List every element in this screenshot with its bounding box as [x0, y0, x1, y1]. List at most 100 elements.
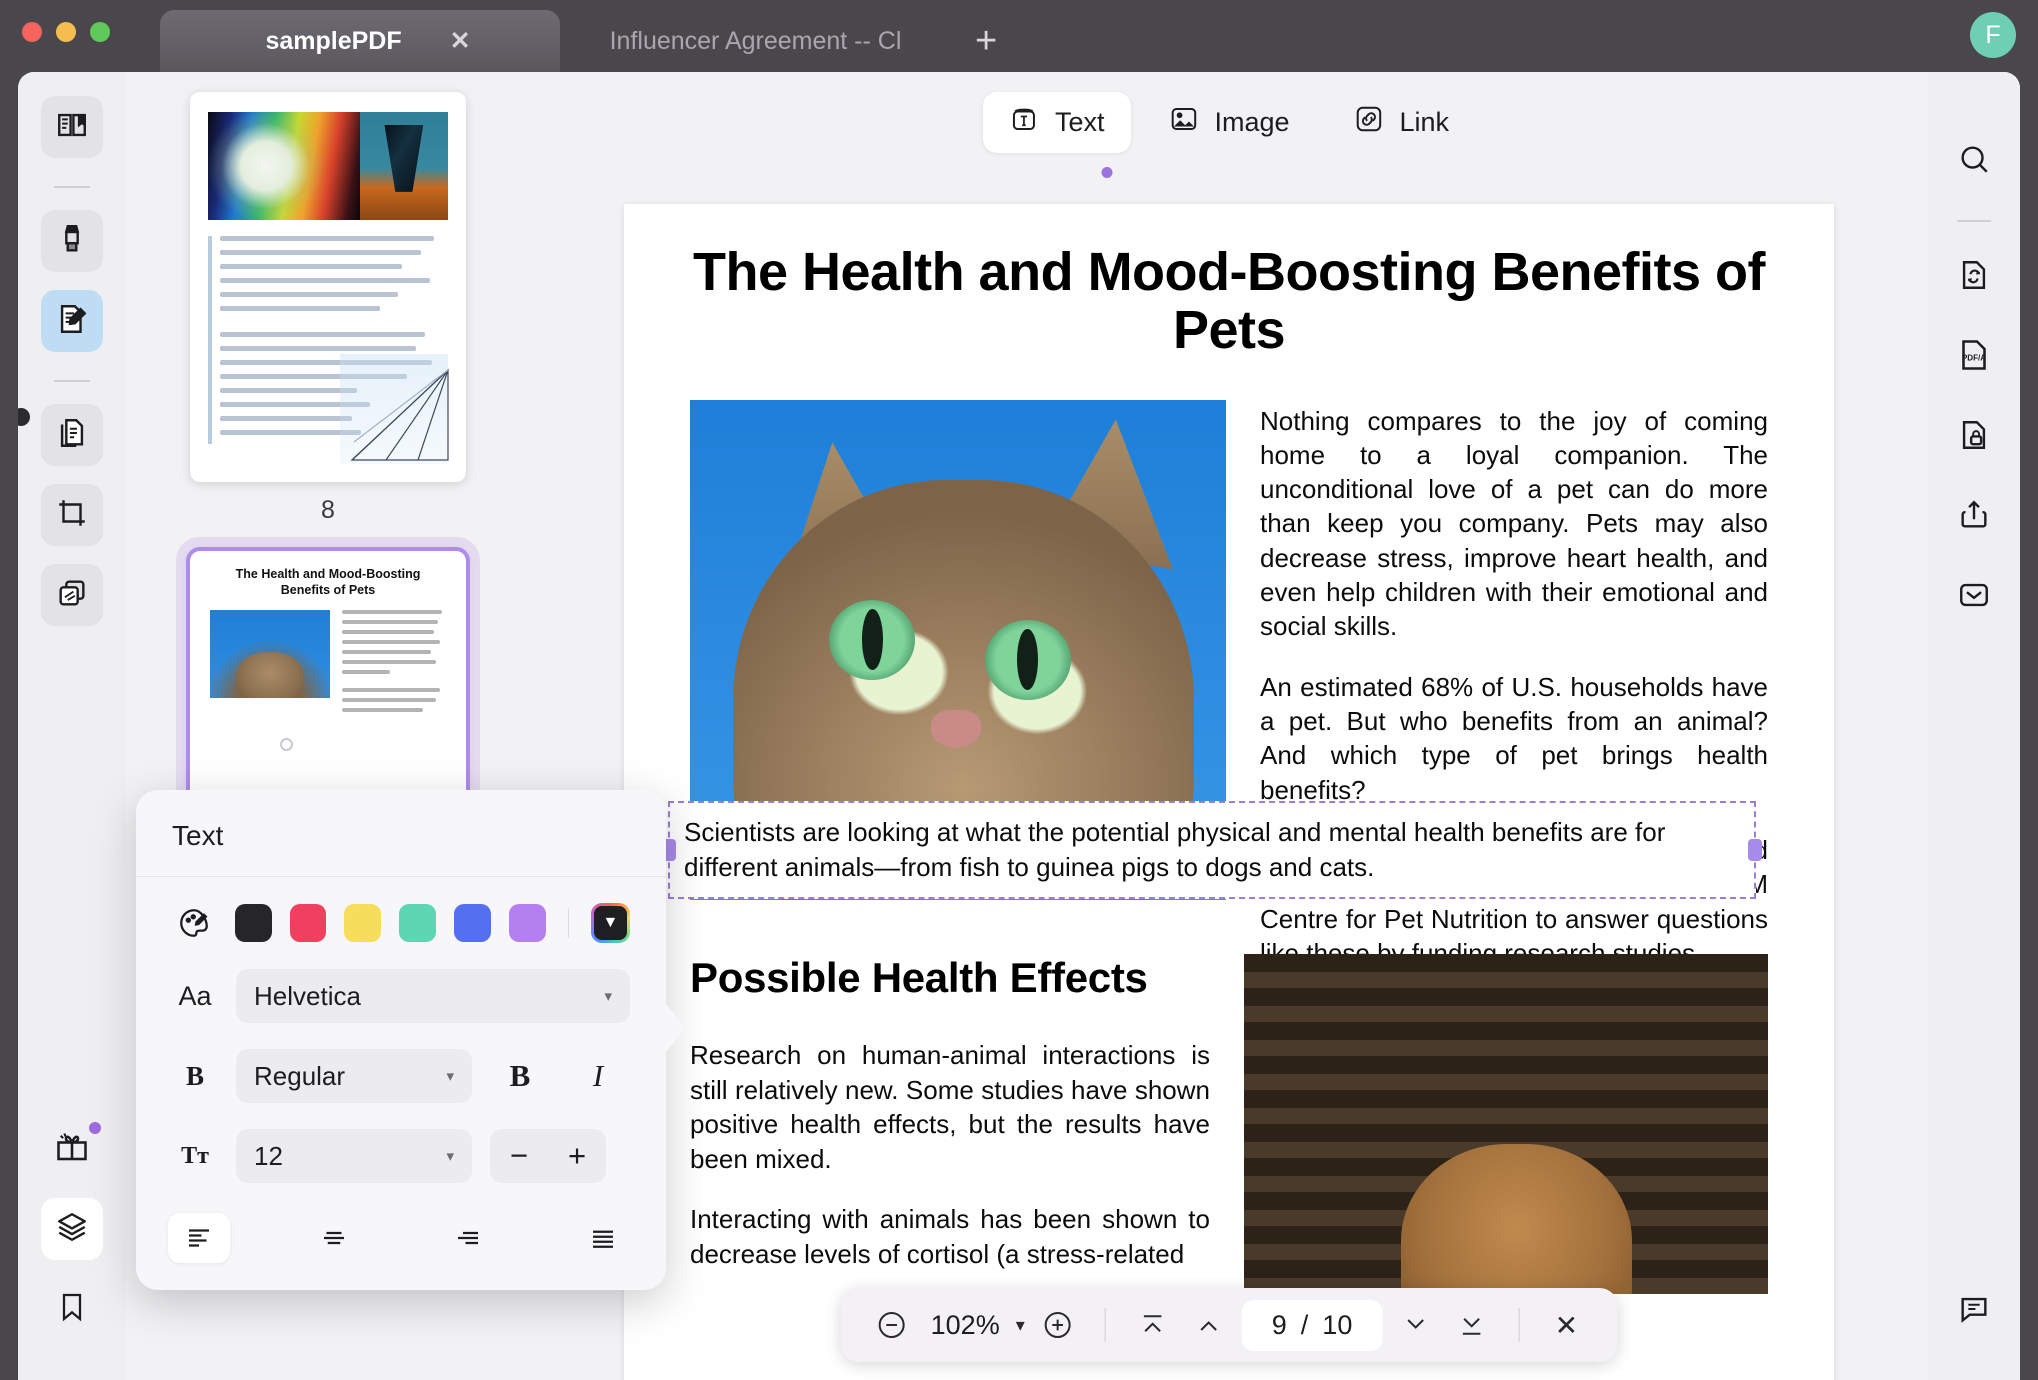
accent-bar — [208, 236, 212, 444]
rail-drag-nub[interactable] — [18, 408, 30, 426]
text-box-icon — [1009, 104, 1039, 141]
current-page[interactable]: 9 — [1272, 1310, 1287, 1341]
tab-influencer-agreement[interactable]: Influencer Agreement -- Cl — [560, 10, 935, 72]
tab-text[interactable]: Text — [982, 92, 1131, 153]
bold-button[interactable]: B — [490, 1049, 550, 1103]
minimize-window-button[interactable] — [56, 22, 76, 42]
page-title[interactable]: The Health and Mood-Boosting Benefits of… — [690, 243, 1768, 360]
color-swatch-red[interactable] — [289, 904, 327, 942]
align-center-button[interactable] — [303, 1213, 365, 1263]
dog-photo[interactable] — [1244, 954, 1768, 1294]
lower-text-column: Possible Health Effects Research on huma… — [690, 954, 1210, 1297]
font-family-row: Aa Helvetica ▾ — [136, 969, 666, 1023]
align-justify-button[interactable] — [572, 1213, 634, 1263]
active-mode-indicator-dot — [1101, 167, 1113, 178]
panel-drag-dot[interactable] — [280, 738, 293, 751]
color-swatch-blue[interactable] — [454, 904, 492, 942]
chevron-down-icon: ▾ — [604, 988, 612, 1005]
font-family-select[interactable]: Helvetica ▾ — [236, 969, 630, 1023]
font-weight-row: B Regular ▾ B I — [136, 1049, 666, 1103]
size-icon: Tᴛ — [181, 1142, 209, 1169]
align-right-button[interactable] — [437, 1213, 499, 1263]
divider — [1518, 1308, 1520, 1342]
font-weight-value: Regular — [254, 1060, 346, 1091]
paragraph[interactable]: Nothing compares to the joy of coming ho… — [1260, 404, 1768, 644]
sidebar-item-email[interactable] — [1945, 568, 2003, 626]
color-swatch-teal[interactable] — [399, 904, 437, 942]
sidebar-item-search[interactable] — [1945, 132, 2003, 190]
sidebar-item-gift[interactable] — [41, 1118, 103, 1180]
selected-text-content[interactable]: Scientists are looking at what the poten… — [684, 815, 1740, 885]
zoom-out-button[interactable] — [869, 1302, 915, 1348]
gift-badge — [89, 1122, 101, 1134]
next-page-button[interactable] — [1392, 1302, 1438, 1348]
font-size-stepper[interactable]: − + — [490, 1129, 606, 1183]
chevron-down-icon[interactable]: ▾ — [1016, 1315, 1025, 1336]
text-properties-panel[interactable]: Text ▼ Aa Helvetica ▾ B Regular ▾ B I Tᴛ… — [136, 790, 686, 1290]
first-page-button[interactable] — [1130, 1302, 1176, 1348]
sidebar-item-compress-tool[interactable] — [41, 564, 103, 626]
thumbnail-page-8[interactable] — [190, 92, 466, 482]
close-window-button[interactable] — [22, 22, 42, 42]
left-tool-rail — [18, 72, 126, 1380]
italic-button[interactable]: I — [568, 1049, 628, 1103]
convert-document-icon — [1957, 258, 1991, 297]
avatar[interactable]: F — [1970, 12, 2016, 58]
color-swatch-dark[interactable] — [234, 904, 272, 942]
color-swatch-purple[interactable] — [509, 904, 546, 942]
sidebar-item-crop-tool[interactable] — [41, 484, 103, 546]
paragraph[interactable]: An estimated 68% of U.S. households have… — [1260, 670, 1768, 807]
prism-image — [359, 112, 448, 220]
sidebar-item-comment[interactable] — [1945, 1282, 2003, 1340]
close-navbar-button[interactable]: ✕ — [1543, 1302, 1589, 1348]
color-swatch-yellow[interactable] — [344, 904, 382, 942]
cat-nose — [931, 709, 982, 748]
chevron-down-icon: ▾ — [446, 1148, 454, 1165]
last-page-button[interactable] — [1448, 1302, 1494, 1348]
sidebar-item-share[interactable] — [1945, 488, 2003, 546]
increase-font-size-button[interactable]: + — [548, 1138, 606, 1174]
pdfa-icon: PDF/A — [1956, 337, 1992, 378]
align-left-button[interactable] — [168, 1213, 230, 1263]
paragraph[interactable]: Research on human-animal interactions is… — [690, 1038, 1210, 1176]
paragraph[interactable]: Interacting with animals has been shown … — [690, 1202, 1210, 1271]
page-number-field[interactable]: 9 / 10 — [1241, 1299, 1383, 1351]
main-area: 8 The Health and Mood-Boosting Benefits … — [18, 72, 2020, 1380]
thumbnail-item-8[interactable]: 8 — [126, 92, 530, 551]
thumbnail-title: The Health and Mood-Boosting Benefits of… — [235, 567, 421, 597]
tab-link[interactable]: Link — [1328, 92, 1476, 153]
sidebar-item-pdf-a[interactable]: PDF/A — [1945, 328, 2003, 386]
color-palette-icon[interactable] — [172, 906, 217, 940]
new-tab-button[interactable]: + — [953, 22, 1019, 72]
maximize-window-button[interactable] — [90, 22, 110, 42]
tab-samplepdf[interactable]: samplePDF ✕ — [160, 10, 560, 72]
previous-page-button[interactable] — [1186, 1302, 1232, 1348]
sidebar-item-highlight-tool[interactable] — [41, 210, 103, 272]
section-heading[interactable]: Possible Health Effects — [690, 954, 1210, 1002]
close-icon[interactable]: ✕ — [450, 26, 471, 56]
sidebar-item-organize-pages[interactable] — [41, 404, 103, 466]
sidebar-item-reader-view[interactable] — [41, 96, 103, 158]
font-weight-select[interactable]: Regular ▾ — [236, 1049, 472, 1103]
sidebar-item-protect[interactable] — [1945, 408, 2003, 466]
sidebar-item-convert[interactable] — [1945, 248, 2003, 306]
bookmark-icon — [56, 1291, 88, 1328]
lower-section: Possible Health Effects Research on huma… — [690, 954, 1768, 1297]
tab-label: Link — [1399, 107, 1450, 137]
document-body-text[interactable]: Nothing compares to the joy of coming ho… — [1260, 400, 1768, 997]
sidebar-item-layers[interactable] — [41, 1198, 103, 1260]
lock-document-icon — [1957, 418, 1991, 457]
sidebar-item-edit-tool[interactable] — [41, 290, 103, 352]
decrease-font-size-button[interactable]: − — [490, 1138, 548, 1174]
zoom-level[interactable]: 102% — [925, 1310, 1006, 1341]
resize-handle-right[interactable] — [1748, 839, 1762, 862]
color-picker-button[interactable]: ▼ — [590, 903, 630, 943]
book-icon — [55, 108, 89, 147]
selected-text-box[interactable]: Scientists are looking at what the poten… — [662, 801, 1762, 900]
tab-image[interactable]: Image — [1142, 92, 1315, 153]
pdf-page[interactable]: The Health and Mood-Boosting Benefits of… — [624, 204, 1834, 1380]
zoom-in-button[interactable] — [1035, 1302, 1081, 1348]
svg-text:PDF/A: PDF/A — [1962, 353, 1986, 362]
font-size-select[interactable]: 12 ▾ — [236, 1129, 472, 1183]
sidebar-item-bookmarks[interactable] — [41, 1278, 103, 1340]
